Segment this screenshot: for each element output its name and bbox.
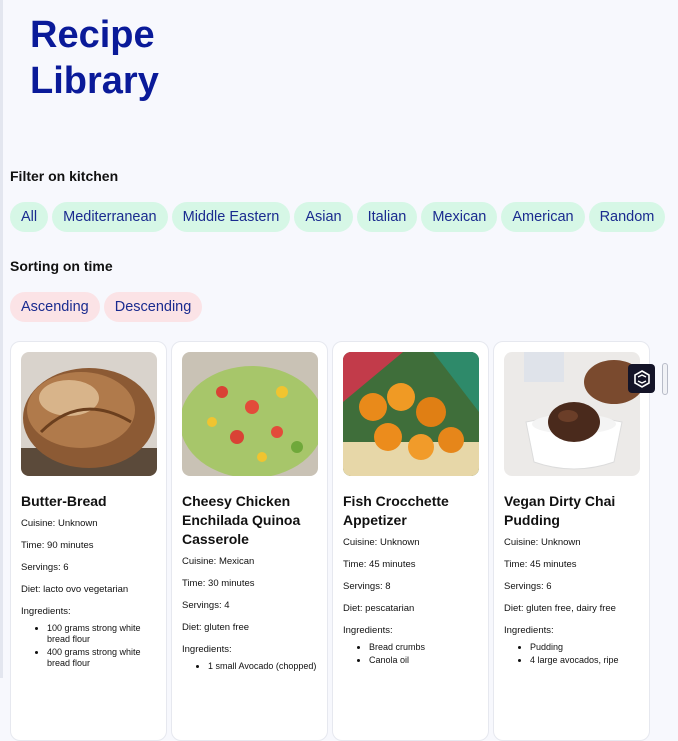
recipe-cuisine: Cuisine: Unknown [21,518,98,529]
scrollbar-handle[interactable] [662,363,668,395]
recipe-cuisine: Cuisine: Mexican [182,556,255,567]
ingredient-item: Bread crumbs [369,642,478,653]
filter-asian-button[interactable]: Asian [294,202,353,232]
recipe-title: Butter-Bread [21,493,107,509]
recipe-title: Fish Crocchette Appetizer [343,493,449,528]
recipe-time: Time: 90 minutes [21,540,94,551]
recipe-ingredients-label: Ingredients: [504,625,554,636]
ingredient-item: 4 large avocados, ripe [530,655,639,666]
ingredient-item: 400 grams strong white bread flour [47,647,156,669]
sorting-chips: Ascending Descending [10,292,203,322]
recipe-servings: Servings: 4 [182,600,230,611]
recipe-card[interactable]: Vegan Dirty Chai Pudding Cuisine: Unknow… [493,341,650,741]
ingredient-item: Canola oil [369,655,478,666]
recipe-diet: Diet: lacto ovo vegetarian [21,584,129,595]
ingredient-item: 1 small Avocado (chopped) [208,661,317,672]
filter-chips: All Mediterranean Middle Eastern Asian I… [10,202,666,232]
recipe-cuisine: Cuisine: Unknown [343,537,420,548]
recipe-image-pudding [504,352,640,476]
recipe-image-casserole [182,352,318,476]
filter-american-button[interactable]: American [501,202,585,232]
recipe-diet: Diet: gluten free, dairy free [504,603,616,614]
page-edge [0,0,3,678]
recipe-grid: Butter-Bread Cuisine: Unknown Time: 90 m… [10,341,650,741]
recipe-diet: Diet: gluten free [182,622,250,633]
ingredients-list: Bread crumbs Canola oil [343,642,478,666]
filter-italian-button[interactable]: Italian [356,202,418,232]
recipe-card[interactable]: Butter-Bread Cuisine: Unknown Time: 90 m… [10,341,167,741]
sorting-label: Sorting on time [10,258,113,274]
filter-all-button[interactable]: All [10,202,49,232]
recipe-ingredients-label: Ingredients: [182,644,232,655]
ingredient-item: Pudding [530,642,639,653]
sparkle-logo-icon[interactable] [628,364,655,393]
sort-descending-button[interactable]: Descending [103,292,203,322]
sort-ascending-button[interactable]: Ascending [10,292,100,322]
filter-middle-eastern-button[interactable]: Middle Eastern [171,202,291,232]
recipe-card[interactable]: Cheesy Chicken Enchilada Quinoa Casserol… [171,341,328,741]
recipe-title: Vegan Dirty Chai Pudding [504,493,616,528]
recipe-time: Time: 30 minutes [182,578,255,589]
recipe-image-bread [21,352,157,476]
page-title: Recipe Library [30,14,159,102]
recipe-diet: Diet: pescatarian [343,603,415,614]
filter-random-button[interactable]: Random [588,202,666,232]
recipe-servings: Servings: 6 [504,581,552,592]
recipe-cuisine: Cuisine: Unknown [504,537,581,548]
recipe-card[interactable]: Fish Crocchette Appetizer Cuisine: Unkno… [332,341,489,741]
filter-mediterranean-button[interactable]: Mediterranean [52,202,168,232]
filter-label: Filter on kitchen [10,168,119,184]
recipe-ingredients-label: Ingredients: [343,625,393,636]
recipe-servings: Servings: 6 [21,562,69,573]
recipe-image-croquettes [343,352,479,476]
ingredients-list: Pudding 4 large avocados, ripe [504,642,639,666]
ingredients-list: 1 small Avocado (chopped) [182,661,317,672]
ingredient-item: 100 grams strong white bread flour [47,623,156,645]
recipe-ingredients-label: Ingredients: [21,606,71,617]
recipe-time: Time: 45 minutes [343,559,416,570]
recipe-title: Cheesy Chicken Enchilada Quinoa Casserol… [182,493,301,547]
filter-mexican-button[interactable]: Mexican [421,202,498,232]
recipe-time: Time: 45 minutes [504,559,577,570]
recipe-servings: Servings: 8 [343,581,391,592]
ingredients-list: 100 grams strong white bread flour 400 g… [21,623,156,669]
